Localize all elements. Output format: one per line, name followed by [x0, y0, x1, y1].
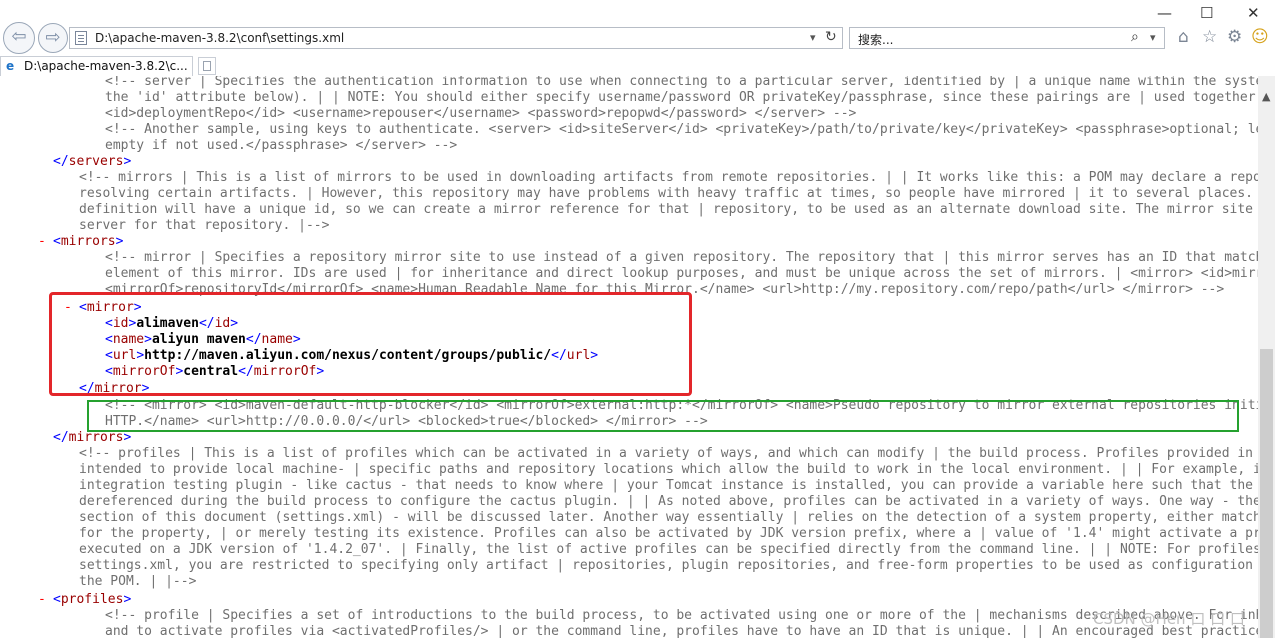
tab-settings-xml[interactable]: e D:\apache-maven-3.8.2\c... [0, 56, 193, 76]
browser-toolbar: — ☐ ✕ ⇦ ⇨ D:\apache-maven-3.8.2\conf\set… [0, 0, 1275, 56]
search-icon[interactable]: ⌕ [1131, 29, 1139, 45]
address-dropdown-icon[interactable]: ▾ [810, 31, 816, 44]
comment-line: integration testing plugin - like cactus… [79, 478, 1258, 493]
tab-title: D:\apache-maven-3.8.2\c... [24, 59, 188, 73]
comment-line: intended to provide local machine- | spe… [79, 462, 1258, 477]
comment-line: <!-- profile | Specifies a set of introd… [105, 608, 1258, 623]
csdn-watermark: CSDN @Hen 口 口 口 [1093, 610, 1245, 628]
address-url[interactable]: D:\apache-maven-3.8.2\conf\settings.xml [95, 31, 344, 45]
green-highlight-box [87, 400, 1239, 432]
search-placeholder[interactable]: 搜索... [858, 31, 893, 48]
forward-button[interactable]: ⇨ [38, 23, 68, 53]
comment-line: <!-- mirror | Specifies a repository mir… [105, 250, 1258, 265]
maximize-button[interactable]: ☐ [1200, 4, 1213, 22]
comment-line: section of this document (settings.xml) … [79, 510, 1258, 525]
arrow-right-icon: ⇨ [45, 27, 61, 48]
back-button[interactable]: ⇦ [3, 22, 35, 54]
comment-line: resolving certain artifacts. | However, … [79, 186, 1253, 201]
refresh-icon[interactable]: ↻ [825, 29, 837, 45]
home-icon[interactable]: ⌂ [1178, 27, 1189, 47]
comment-line: empty if not used.</passphrase> </server… [105, 138, 458, 153]
comment-line: the 'id' attribute below). | | NOTE: You… [105, 90, 1258, 105]
comment-line: <!-- server | Specifies the authenticati… [105, 76, 1258, 89]
comment-line: definition will have a unique id, so we … [79, 202, 1253, 217]
collapse-mirrors-toggle[interactable]: - [38, 234, 46, 250]
red-highlight-box [49, 292, 692, 396]
comment-line: for the property, | or merely testing it… [79, 526, 1258, 541]
favorites-icon[interactable]: ☆ [1202, 27, 1217, 47]
comment-line: element of this mirror. IDs are used | f… [105, 266, 1258, 281]
comment-line: <!-- mirrors | This is a list of mirrors… [79, 170, 1258, 185]
collapse-profiles-toggle[interactable]: - [38, 592, 46, 608]
search-dropdown-icon[interactable]: ▾ [1150, 31, 1156, 44]
minimize-button[interactable]: — [1157, 4, 1172, 22]
smiley-icon[interactable]: ☺ [1251, 27, 1269, 47]
comment-line: <id>deploymentRepo</id> <username>repous… [105, 106, 857, 121]
mirrors-close-tag: </mirrors> [53, 430, 132, 445]
close-window-button[interactable]: ✕ [1247, 4, 1260, 22]
scroll-up-icon[interactable]: ▲ [1262, 90, 1270, 103]
comment-line: dereferenced during the build process to… [79, 494, 1258, 509]
comment-line: executed on a JDK version of '1.4.2_07'.… [79, 542, 1258, 557]
comment-line: <!-- Another sample, using keys to authe… [105, 122, 1258, 137]
servers-close-tag: </servers> [53, 154, 132, 169]
tools-gear-icon[interactable]: ⚙ [1227, 27, 1242, 47]
comment-line: <!-- profiles | This is a list of profil… [79, 446, 1253, 461]
new-tab-button[interactable] [198, 57, 216, 75]
vertical-scrollbar[interactable]: ▲ [1258, 76, 1275, 638]
profiles-open-tag: <profiles> [53, 592, 132, 607]
ie-logo-icon: e [6, 59, 15, 73]
mirrors-open-tag: <mirrors> [53, 234, 124, 249]
comment-line: the POM. | |--> [79, 574, 197, 589]
search-box[interactable]: 搜索... ⌕ ▾ [849, 27, 1165, 49]
page-icon [75, 31, 87, 45]
comment-line: and to activate profiles via <activatedP… [105, 624, 1258, 638]
tab-row: e D:\apache-maven-3.8.2\c... [0, 56, 1275, 76]
comment-line: settings.xml, you are restricted to spec… [79, 558, 1253, 573]
arrow-left-icon: ⇦ [11, 26, 27, 47]
scrollbar-thumb[interactable] [1260, 349, 1273, 638]
comment-line: server for that repository. |--> [79, 218, 330, 233]
address-bar[interactable]: D:\apache-maven-3.8.2\conf\settings.xml … [69, 27, 843, 49]
